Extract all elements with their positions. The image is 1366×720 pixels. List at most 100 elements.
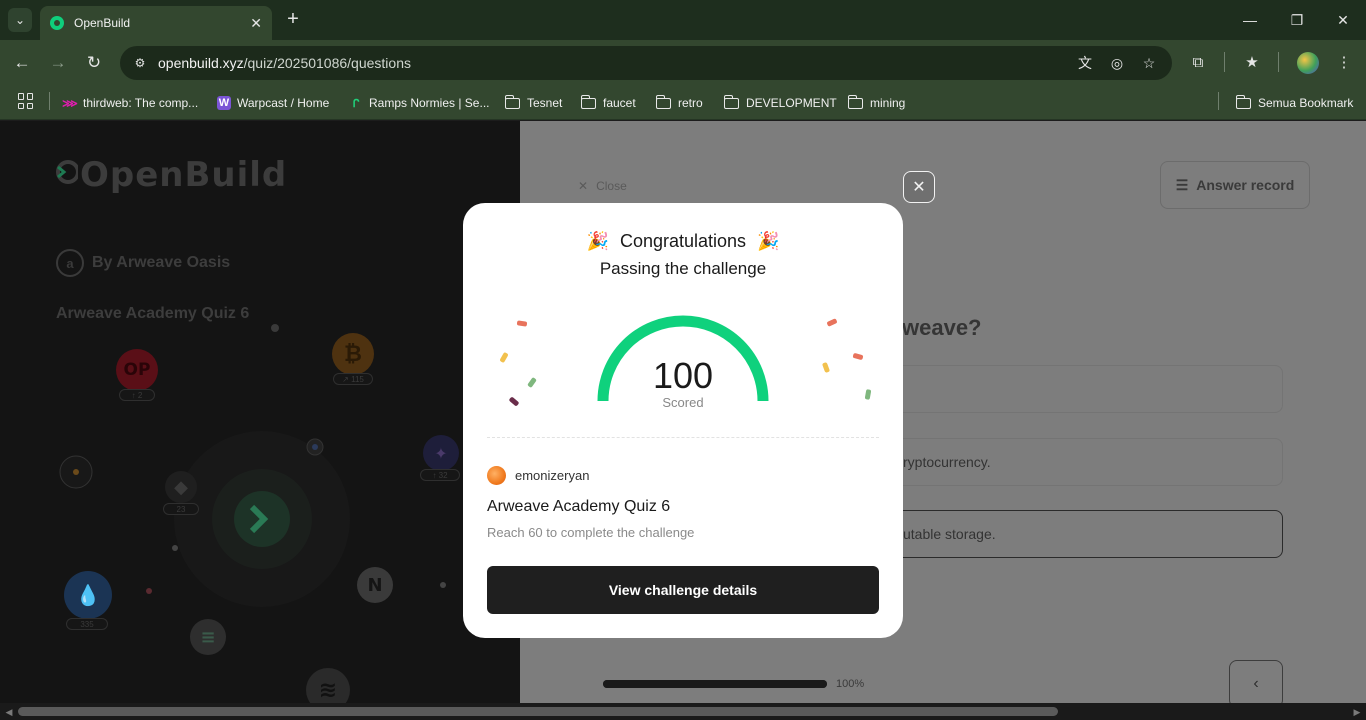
option-text: ryptocurrency. bbox=[903, 454, 991, 470]
folder-icon bbox=[655, 94, 671, 109]
eye-slash-icon[interactable]: ◎ bbox=[1106, 52, 1128, 74]
bookmark-folder-tesnet[interactable]: Tesnet bbox=[504, 93, 563, 113]
answer-record-button[interactable]: ☰ Answer record bbox=[1160, 161, 1310, 209]
url-text[interactable]: openbuild.xyz/quiz/202501086/questions bbox=[158, 55, 1064, 71]
close-quiz-link[interactable]: ✕ Close bbox=[578, 179, 627, 193]
ethereum-coin: ◆ bbox=[165, 471, 197, 503]
previous-question-button[interactable]: ‹ bbox=[1229, 660, 1283, 708]
progress-label: 100% bbox=[836, 678, 865, 690]
quiz-progress-fill bbox=[603, 680, 827, 688]
url-path: /quiz/202501086/questions bbox=[243, 55, 411, 71]
browser-toolbar: ← → ↻ ⚙ openbuild.xyz/quiz/202501086/que… bbox=[0, 40, 1366, 86]
party-popper-icon: 🎉 bbox=[757, 231, 780, 251]
toolbar-divider bbox=[1278, 52, 1279, 72]
close-label: Close bbox=[596, 179, 627, 193]
scrollbar-thumb[interactable] bbox=[18, 707, 1058, 716]
bookmarks-divider bbox=[49, 92, 50, 110]
pass-requirement: Reach 60 to complete the challenge bbox=[487, 525, 695, 540]
bookmarks-star-icon[interactable]: ★ bbox=[1240, 51, 1264, 75]
tab-strip: ⌄ OpenBuild ✕ + — ❐ ✕ bbox=[0, 0, 1366, 40]
ethereum-coin-label: ◆ bbox=[174, 476, 188, 498]
folder-icon bbox=[1235, 94, 1251, 109]
result-modal: 🎉 Congratulations 🎉 Passing the challeng… bbox=[463, 203, 903, 638]
back-icon[interactable]: ← bbox=[10, 51, 34, 75]
bookmark-label: faucet bbox=[603, 96, 636, 110]
op-coin-badge: ↑ 2 bbox=[119, 389, 155, 401]
site-info-icon[interactable]: ⚙ bbox=[130, 53, 150, 73]
view-challenge-details-button[interactable]: View challenge details bbox=[487, 566, 879, 614]
close-icon: ✕ bbox=[912, 179, 926, 196]
score-value: 100 bbox=[652, 355, 714, 396]
all-bookmarks-folder[interactable]: Semua Bookmark bbox=[1235, 93, 1354, 113]
toolbar-divider bbox=[1224, 52, 1225, 72]
new-tab-button[interactable]: + bbox=[282, 8, 304, 30]
bookmark-folder-faucet[interactable]: faucet bbox=[580, 93, 636, 113]
apps-grid-icon[interactable] bbox=[18, 93, 34, 109]
ramps-icon: ᒋ bbox=[352, 97, 360, 110]
reload-icon[interactable]: ↻ bbox=[82, 51, 106, 75]
starknet-coin: ✦ bbox=[423, 435, 459, 471]
answer-record-label: Answer record bbox=[1196, 177, 1295, 193]
bookmark-folder-development[interactable]: DEVELOPMENT bbox=[723, 93, 837, 113]
starknet-coin-badge: ↑ 32 bbox=[420, 469, 460, 481]
list-icon: ☰ bbox=[1175, 176, 1189, 193]
url-host: openbuild.xyz bbox=[158, 55, 244, 71]
all-bookmarks-label: Semua Bookmark bbox=[1258, 96, 1354, 110]
horizontal-scrollbar[interactable]: ◀ ▶ bbox=[0, 703, 1366, 720]
tab-search-button[interactable]: ⌄ bbox=[8, 8, 32, 32]
answer-option[interactable]: ryptocurrency. bbox=[880, 438, 1283, 486]
byline-text: By Arweave Oasis bbox=[92, 254, 231, 271]
scroll-right-icon[interactable]: ▶ bbox=[1350, 705, 1364, 719]
close-window-icon[interactable]: ✕ bbox=[1331, 8, 1355, 32]
near-coin-label: N bbox=[367, 574, 383, 596]
bookmark-label: Tesnet bbox=[527, 96, 563, 110]
folder-icon bbox=[504, 94, 520, 109]
near-coin: N bbox=[357, 567, 393, 603]
profile-avatar[interactable] bbox=[1297, 52, 1319, 74]
arweave-icon: a bbox=[56, 249, 84, 277]
tab-close-icon[interactable]: ✕ bbox=[250, 15, 262, 32]
translate-icon[interactable]: 文 bbox=[1074, 52, 1096, 74]
bookmark-label: Warpcast / Home bbox=[237, 96, 330, 110]
tab-title: OpenBuild bbox=[74, 16, 131, 30]
bookmark-thirdweb[interactable]: ⋙ thirdweb: The comp... bbox=[62, 93, 199, 113]
aptos-coin-label: ≋ bbox=[318, 677, 338, 703]
bookmarks-divider bbox=[1218, 92, 1219, 110]
minimize-icon[interactable]: — bbox=[1238, 8, 1262, 32]
openbuild-wordmark: OpenBuild bbox=[80, 155, 288, 195]
restore-icon[interactable]: ❐ bbox=[1285, 8, 1309, 32]
congratulations-text: Congratulations bbox=[619, 231, 747, 251]
answer-option[interactable] bbox=[880, 365, 1283, 413]
thirdweb-icon: ⋙ bbox=[62, 97, 78, 110]
solana-coin-label: ≡ bbox=[200, 626, 216, 648]
option-text: utable storage. bbox=[903, 526, 996, 542]
bookmark-label: Ramps Normies | Se... bbox=[369, 96, 490, 110]
op-coin-label: OP bbox=[123, 360, 151, 380]
quiz-info-panel: OpenBuild a By Arweave Oasis Arweave Aca… bbox=[0, 121, 520, 703]
folder-icon bbox=[580, 94, 596, 109]
scroll-left-icon[interactable]: ◀ bbox=[2, 705, 16, 719]
modal-close-button[interactable]: ✕ bbox=[903, 171, 935, 203]
forward-icon[interactable]: → bbox=[46, 51, 70, 75]
answer-option-selected[interactable]: utable storage. bbox=[880, 510, 1283, 558]
score-label: Scored bbox=[662, 395, 704, 410]
openbuild-favicon-icon bbox=[50, 16, 64, 30]
bookmark-ramps[interactable]: ᒋ Ramps Normies | Se... bbox=[349, 93, 490, 113]
op-coin: OP bbox=[116, 349, 158, 391]
user-avatar bbox=[487, 466, 506, 485]
folder-icon bbox=[723, 94, 739, 109]
bookmark-folder-retro[interactable]: retro bbox=[655, 93, 703, 113]
modal-subheading: Passing the challenge bbox=[599, 259, 767, 278]
bookmark-star-icon[interactable]: ☆ bbox=[1138, 52, 1160, 74]
browser-tab[interactable]: OpenBuild ✕ bbox=[40, 6, 272, 40]
bookmark-folder-mining[interactable]: mining bbox=[847, 93, 905, 113]
bookmark-label: retro bbox=[678, 96, 703, 110]
bookmark-warpcast[interactable]: W Warpcast / Home bbox=[217, 93, 329, 113]
sui-coin-label: 💧 bbox=[75, 583, 101, 607]
address-bar[interactable]: ⚙ openbuild.xyz/quiz/202501086/questions… bbox=[120, 46, 1172, 80]
menu-kebab-icon[interactable]: ⋮ bbox=[1332, 51, 1356, 75]
extensions-icon[interactable]: ⧉ bbox=[1186, 51, 1210, 75]
confetti-piece bbox=[826, 318, 838, 327]
quiz-progress-bar bbox=[603, 680, 827, 688]
bookmark-label: thirdweb: The comp... bbox=[83, 96, 199, 110]
